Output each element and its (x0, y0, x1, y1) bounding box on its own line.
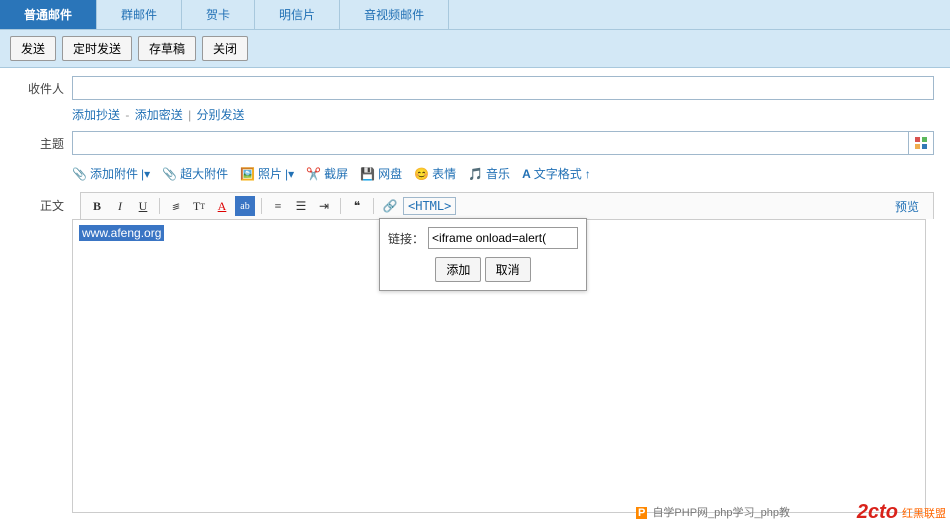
netdisk-link[interactable]: 💾 网盘 (360, 165, 402, 182)
footer-tag: 红黑联盟 (902, 505, 946, 521)
selected-text: www.afeng.org (79, 225, 164, 241)
font-family-button[interactable]: TT (189, 196, 209, 216)
tab-normal-mail[interactable]: 普通邮件 (0, 0, 97, 29)
scheduled-send-button[interactable]: 定时发送 (62, 36, 132, 61)
indent-button[interactable]: ⇥ (314, 196, 334, 216)
grid-icon[interactable] (909, 131, 934, 155)
add-attachment-link[interactable]: 📎 添加附件 |▾ (72, 165, 150, 182)
font-size-button[interactable]: ꠵ (166, 196, 186, 216)
footer-logo: 2cto (857, 501, 898, 524)
screenshot-icon: ✂️ (306, 167, 321, 181)
font-color-button[interactable]: A (212, 196, 232, 216)
screenshot-link[interactable]: ✂️ 截屏 (306, 165, 348, 182)
send-button[interactable]: 发送 (10, 36, 56, 61)
recipient-input[interactable] (72, 76, 934, 100)
subject-input[interactable] (72, 131, 909, 155)
link-popup-label: 链接： (388, 230, 424, 247)
send-separately-link[interactable]: 分别发送 (197, 108, 245, 122)
text-format-icon: A (522, 167, 531, 181)
music-icon: 🎵 (468, 167, 483, 181)
link-url-input[interactable] (428, 227, 578, 249)
link-popup: 链接： 添加 取消 (379, 218, 587, 291)
tab-postcard[interactable]: 明信片 (255, 0, 340, 29)
music-link[interactable]: 🎵 音乐 (468, 165, 510, 182)
tabs-bar: 普通邮件 群邮件 贺卡 明信片 音视频邮件 (0, 0, 950, 30)
tab-greeting[interactable]: 贺卡 (182, 0, 255, 29)
save-draft-button[interactable]: 存草稿 (138, 36, 196, 61)
add-bcc-link[interactable]: 添加密送 (135, 108, 183, 122)
link-add-button[interactable]: 添加 (435, 257, 481, 282)
action-toolbar: 发送 定时发送 存草稿 关闭 (0, 30, 950, 68)
disk-icon: 💾 (360, 167, 375, 181)
paperclip-icon: 📎 (72, 167, 87, 181)
photo-link[interactable]: 🖼️ 照片|▾ (240, 165, 294, 182)
richtext-toolbar: B I U ꠵ TT A ab ≡ ☰ ⇥ ❝ 🔗 <HTML> 预览 (80, 192, 934, 219)
big-attachment-link[interactable]: 📎 超大附件 (162, 165, 228, 182)
tab-av-mail[interactable]: 音视频邮件 (340, 0, 449, 29)
html-source-button[interactable]: <HTML> (403, 197, 456, 215)
bg-color-button[interactable]: ab (235, 196, 255, 216)
editor-body[interactable]: www.afeng.org 链接： 添加 取消 (72, 219, 926, 513)
recipient-label: 收件人 (16, 80, 72, 97)
watermark-icon: P (636, 507, 647, 519)
tab-group-mail[interactable]: 群邮件 (97, 0, 182, 29)
link-button[interactable]: 🔗 (380, 196, 400, 216)
emoji-icon: 😊 (414, 167, 429, 181)
list-button[interactable]: ☰ (291, 196, 311, 216)
add-cc-link[interactable]: 添加抄送 (72, 108, 120, 122)
emoji-link[interactable]: 😊 表情 (414, 165, 456, 182)
body-label: 正文 (16, 197, 72, 214)
quote-button[interactable]: ❝ (347, 196, 367, 216)
preview-link[interactable]: 预览 (895, 198, 919, 215)
align-button[interactable]: ≡ (268, 196, 288, 216)
italic-button[interactable]: I (110, 196, 130, 216)
text-format-link[interactable]: A 文字格式↑ (522, 165, 591, 182)
link-cancel-button[interactable]: 取消 (485, 257, 531, 282)
footer: 2cto 红黑联盟 (857, 501, 946, 524)
subject-label: 主题 (16, 135, 72, 152)
underline-button[interactable]: U (133, 196, 153, 216)
watermark-text: P 自学PHP网_php学习_php教 (636, 504, 790, 520)
photo-icon: 🖼️ (240, 167, 255, 181)
big-attachment-icon: 📎 (162, 167, 177, 181)
close-button[interactable]: 关闭 (202, 36, 248, 61)
bold-button[interactable]: B (87, 196, 107, 216)
